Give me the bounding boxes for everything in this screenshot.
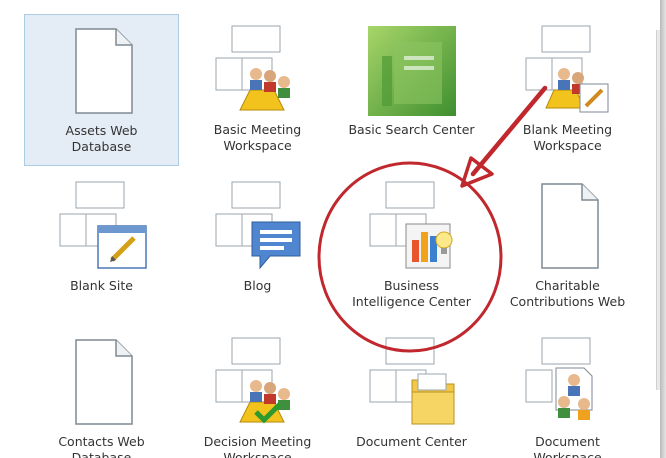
- document-icon: [520, 178, 616, 274]
- template-blank-meeting-workspace[interactable]: Blank Meeting Workspace: [490, 14, 645, 166]
- template-label: Document Workspace: [533, 434, 602, 458]
- template-blank-site[interactable]: Blank Site: [24, 170, 179, 322]
- template-label: Assets Web Database: [65, 123, 138, 154]
- template-label: Blog: [243, 278, 272, 293]
- template-label: Business Intelligence Center: [352, 278, 471, 309]
- template-label: Decision Meeting Workspace: [203, 434, 312, 458]
- blog-icon: [210, 178, 306, 274]
- document-center-icon: [364, 334, 460, 430]
- document-icon: [54, 334, 150, 430]
- document-workspace-icon: [520, 334, 616, 430]
- meeting-workspace-icon: [210, 22, 306, 118]
- template-assets-web-database[interactable]: Assets Web Database: [24, 14, 179, 166]
- template-business-intelligence-center[interactable]: Business Intelligence Center: [334, 170, 489, 322]
- template-document-center[interactable]: Document Center: [334, 326, 489, 458]
- template-gallery: Assets Web Database Basic Meeting Worksp…: [0, 0, 660, 458]
- template-label: Charitable Contributions Web: [509, 278, 626, 309]
- business-intelligence-icon: [364, 178, 460, 274]
- template-label: Basic Meeting Workspace: [213, 122, 302, 153]
- template-document-workspace[interactable]: Document Workspace: [490, 326, 645, 458]
- template-charitable-contributions-web[interactable]: Charitable Contributions Web: [490, 170, 645, 322]
- template-blog[interactable]: Blog: [180, 170, 335, 322]
- template-label: Blank Site: [70, 278, 133, 293]
- decision-workspace-icon: [210, 334, 306, 430]
- template-label: Basic Search Center: [348, 122, 475, 137]
- template-label: Contacts Web Database: [58, 434, 145, 458]
- blank-site-icon: [54, 178, 150, 274]
- template-basic-meeting-workspace[interactable]: Basic Meeting Workspace: [180, 14, 335, 166]
- blank-meeting-workspace-icon: [520, 22, 616, 118]
- template-label: Document Center: [356, 434, 467, 449]
- template-basic-search-center[interactable]: Basic Search Center: [334, 14, 489, 166]
- search-center-icon: [364, 22, 460, 118]
- window-edge: [660, 0, 666, 458]
- template-contacts-web-database[interactable]: Contacts Web Database: [24, 326, 179, 458]
- template-decision-meeting-workspace[interactable]: Decision Meeting Workspace: [180, 326, 335, 458]
- template-label: Blank Meeting Workspace: [522, 122, 613, 153]
- document-icon: [54, 23, 150, 119]
